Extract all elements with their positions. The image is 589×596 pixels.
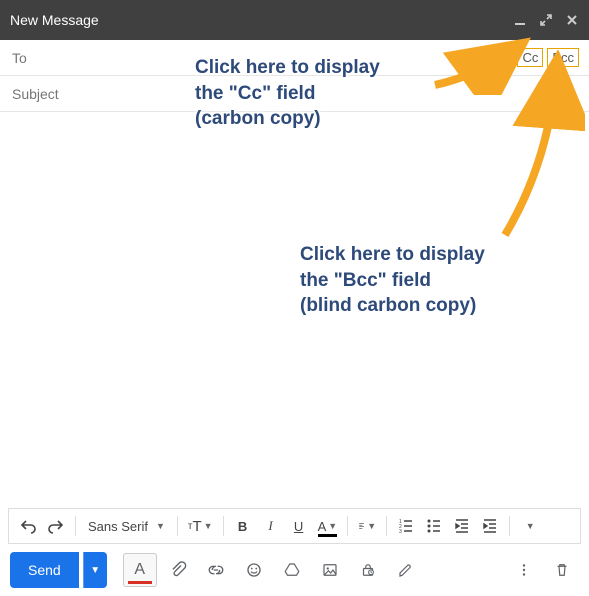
separator [223,516,224,536]
send-button[interactable]: Send [10,552,79,588]
formatting-more-button[interactable]: ▼ [516,513,542,539]
subject-row [0,76,589,112]
undo-button[interactable] [15,513,41,539]
insert-photo-button[interactable] [313,553,347,587]
expand-icon[interactable] [539,13,553,27]
formatting-toolbar: Sans Serif ▼ тT▼ B I U A▼ ▼ 123 ▼ [8,508,581,544]
numbered-list-button[interactable]: 123 [393,513,419,539]
cc-bcc-toggles: Cc Bcc [517,48,579,67]
insert-drive-button[interactable] [275,553,309,587]
font-size-button[interactable]: тT▼ [184,513,217,539]
bold-button[interactable]: B [230,513,256,539]
italic-button[interactable]: I [258,513,284,539]
send-options-button[interactable]: ▼ [83,552,107,588]
minimize-icon[interactable] [513,13,527,27]
cc-toggle[interactable]: Cc [517,48,543,67]
confidential-mode-button[interactable] [351,553,385,587]
svg-text:3: 3 [399,529,402,535]
titlebar: New Message [0,0,589,40]
separator [386,516,387,536]
discard-draft-button[interactable] [545,553,579,587]
bcc-toggle[interactable]: Bcc [547,48,579,67]
underline-button[interactable]: U [286,513,312,539]
indent-less-button[interactable] [449,513,475,539]
chevron-down-icon: ▼ [328,521,337,531]
to-input[interactable] [52,50,577,66]
attach-file-button[interactable] [161,553,195,587]
text-color-button[interactable]: A▼ [314,513,342,539]
to-label: To [12,50,52,66]
compose-window: New Message To Cc Bcc [0,0,589,596]
chevron-down-icon: ▼ [367,521,376,531]
insert-signature-button[interactable] [389,553,423,587]
chevron-down-icon: ▼ [156,521,165,531]
titlebar-controls [513,13,579,27]
close-icon[interactable] [565,13,579,27]
separator [347,516,348,536]
chevron-down-icon: ▼ [526,521,535,531]
separator [509,516,510,536]
window-title: New Message [10,12,99,28]
insert-emoji-button[interactable] [237,553,271,587]
send-toolbar: Send ▼ A [0,544,589,596]
to-row: To Cc Bcc [0,40,589,76]
message-body[interactable] [0,112,589,508]
redo-button[interactable] [43,513,69,539]
insert-link-button[interactable] [199,553,233,587]
bullet-list-button[interactable] [421,513,447,539]
indent-more-button[interactable] [477,513,503,539]
more-options-button[interactable] [507,553,541,587]
separator [75,516,76,536]
separator [177,516,178,536]
font-family-select[interactable]: Sans Serif ▼ [82,519,171,534]
align-button[interactable]: ▼ [354,513,380,539]
text-format-button[interactable]: A [123,553,157,587]
chevron-down-icon: ▼ [204,521,213,531]
subject-input[interactable] [12,86,577,102]
font-family-label: Sans Serif [88,519,148,534]
